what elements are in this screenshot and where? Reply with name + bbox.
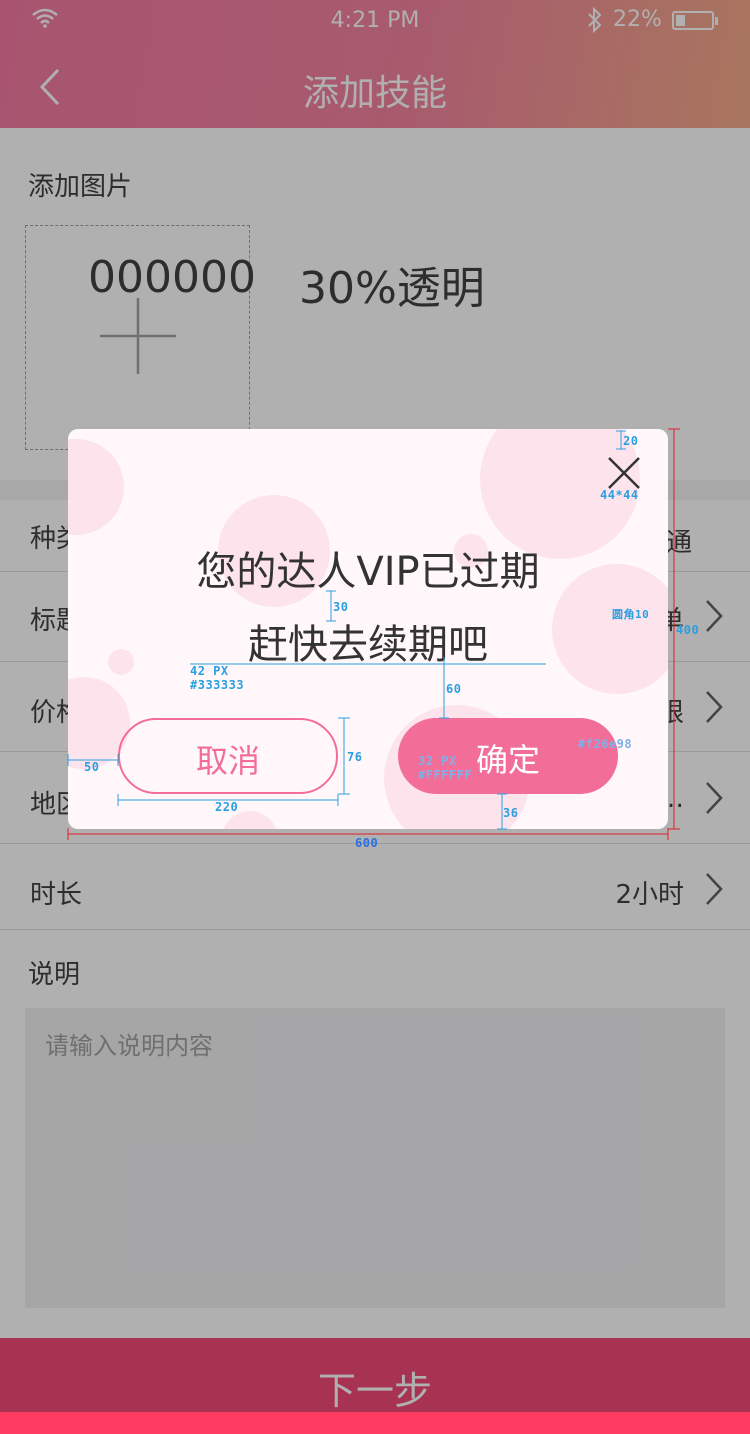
spec-button-font-color: #FFFFFF: [418, 768, 473, 782]
spec-button-color: #f26e98: [578, 737, 633, 751]
spec-bottom-margin: 36: [503, 806, 519, 820]
decor-bubble: [68, 439, 124, 535]
spec-button-width: 220: [215, 800, 239, 814]
spec-font-size: 42 PX: [190, 664, 229, 678]
dialog-message-line2: 赶快去续期吧: [248, 622, 488, 668]
cancel-label: 取消: [195, 742, 260, 780]
spec-text-button-gap: 60: [446, 682, 462, 696]
spec-line-gap: 30: [333, 600, 349, 614]
spec-button-height: 76: [347, 750, 363, 764]
spec-side-margin: 50: [84, 760, 100, 774]
spec-button-font-size: 32 PX: [418, 754, 457, 768]
spec-close-size: 44*44: [600, 488, 639, 502]
spec-top-gap: 20: [623, 434, 639, 448]
spec-dialog-width: 600: [355, 836, 379, 850]
spec-font-color: #333333: [190, 678, 245, 692]
dialog-message-line1: 您的达人VIP已过期: [196, 549, 540, 595]
bottom-accent-strip: [0, 1412, 750, 1434]
cancel-button[interactable]: 取消: [118, 718, 338, 794]
spec-dialog-height: 400: [676, 623, 700, 637]
spec-corner-radius: 圆角10: [612, 608, 650, 621]
vip-expired-dialog: 您的达人VIP已过期 赶快去续期吧 取消 确定: [68, 429, 668, 829]
close-icon[interactable]: [604, 453, 644, 493]
